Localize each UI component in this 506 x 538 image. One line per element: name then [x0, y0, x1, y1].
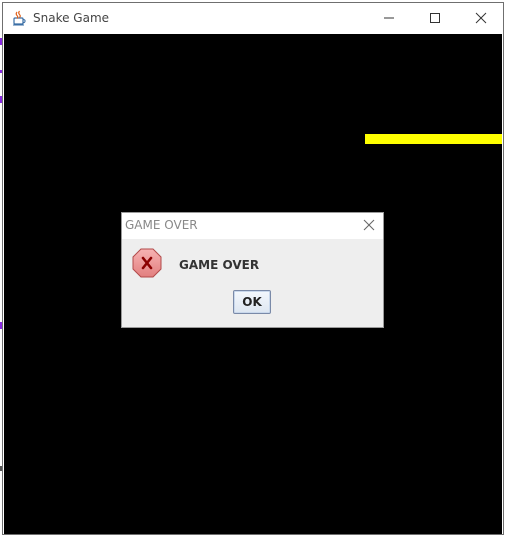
maximize-icon	[429, 9, 441, 28]
close-button[interactable]	[458, 3, 504, 33]
ok-button[interactable]: OK	[233, 290, 271, 314]
dialog-title: GAME OVER	[125, 218, 198, 232]
window-title: Snake Game	[33, 11, 110, 25]
maximize-button[interactable]	[412, 3, 458, 33]
snake-body	[365, 134, 502, 144]
minimize-button[interactable]	[366, 3, 412, 33]
game-over-dialog: GAME OVER GAME OVER OK	[121, 212, 384, 328]
dialog-message: GAME OVER	[179, 258, 260, 272]
error-icon	[132, 248, 162, 278]
java-coffee-icon	[11, 10, 27, 26]
close-icon[interactable]	[361, 217, 377, 233]
dialog-titlebar[interactable]: GAME OVER	[122, 213, 383, 239]
close-icon	[475, 9, 487, 28]
minimize-icon	[383, 9, 395, 28]
window-titlebar[interactable]: Snake Game	[3, 3, 503, 33]
